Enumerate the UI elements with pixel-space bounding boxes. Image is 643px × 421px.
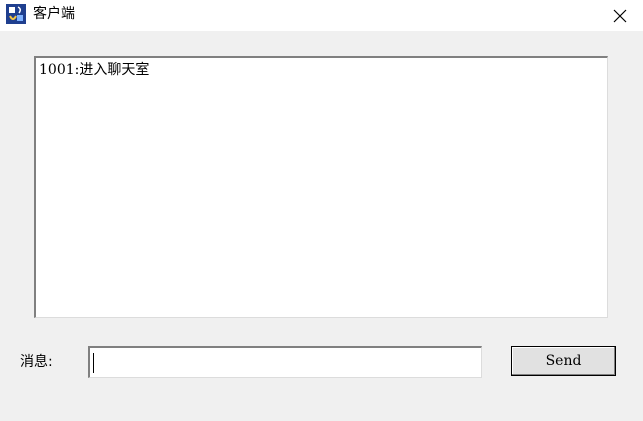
chat-log[interactable]: 1001:进入聊天室 bbox=[34, 56, 608, 318]
send-button[interactable]: Send bbox=[511, 346, 616, 376]
java-app-icon bbox=[6, 4, 26, 24]
chat-line: 1001:进入聊天室 bbox=[39, 62, 150, 78]
send-button-label: Send bbox=[545, 353, 582, 369]
client-window: 客户端 1001:进入聊天室 消息: Send bbox=[0, 0, 643, 421]
window-title: 客户端 bbox=[33, 6, 75, 22]
title-bar[interactable]: 客户端 bbox=[0, 0, 643, 31]
message-input[interactable] bbox=[88, 346, 482, 378]
message-label: 消息: bbox=[20, 354, 53, 370]
close-icon bbox=[613, 9, 627, 22]
text-caret bbox=[93, 353, 94, 373]
close-button[interactable] bbox=[597, 0, 643, 31]
